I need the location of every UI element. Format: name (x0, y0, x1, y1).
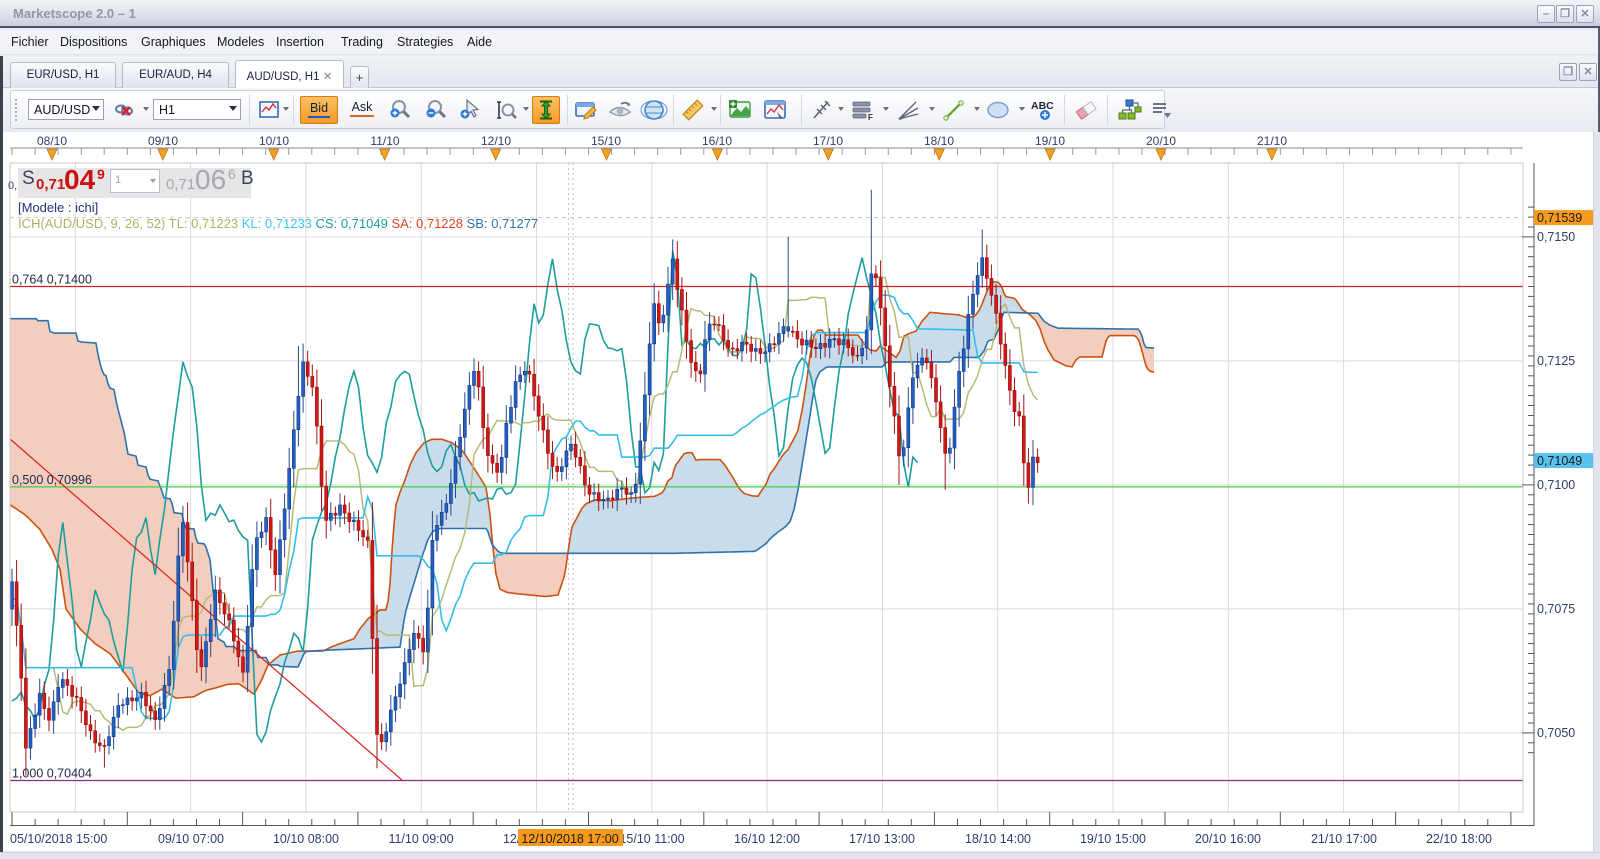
svg-text:10/10: 10/10 (259, 134, 289, 148)
svg-text:0,7050: 0,7050 (1537, 726, 1575, 740)
svg-text:20/10: 20/10 (1146, 134, 1176, 148)
svg-text:0,7150: 0,7150 (1537, 230, 1575, 244)
svg-text:15/10: 15/10 (591, 134, 621, 148)
svg-text:F: F (868, 113, 873, 122)
svg-text:0,764 0,71400: 0,764 0,71400 (12, 273, 92, 287)
svg-text:12/10: 12/10 (481, 134, 511, 148)
svg-text:22/10 18:00: 22/10 18:00 (1426, 832, 1492, 846)
svg-text:0,7125: 0,7125 (1537, 354, 1575, 368)
svg-text:1,000 0,70404: 1,000 0,70404 (12, 767, 92, 781)
svg-text:16/10: 16/10 (702, 134, 732, 148)
svg-text:0,7075: 0,7075 (1537, 602, 1575, 616)
svg-text:21/10: 21/10 (1257, 134, 1287, 148)
svg-text:19/10: 19/10 (1035, 134, 1065, 148)
svg-text:18/10: 18/10 (924, 134, 954, 148)
svg-text:21/10 17:00: 21/10 17:00 (1311, 832, 1377, 846)
svg-text:15/10 11:00: 15/10 11:00 (619, 832, 684, 846)
svg-text:10/10 08:00: 10/10 08:00 (273, 832, 339, 846)
svg-text:11/10: 11/10 (370, 134, 399, 148)
svg-text:05/10/2018 15:00: 05/10/2018 15:00 (10, 832, 107, 846)
svg-text:18/10 14:00: 18/10 14:00 (965, 832, 1031, 846)
svg-text:17/10: 17/10 (813, 134, 843, 148)
svg-text:0,71049: 0,71049 (1537, 454, 1582, 468)
svg-text:16/10 12:00: 16/10 12:00 (734, 832, 800, 846)
svg-text:0,500 0,70996: 0,500 0,70996 (12, 473, 92, 487)
svg-text:08/10: 08/10 (37, 134, 67, 148)
svg-text:12/10/2018 17:00: 12/10/2018 17:00 (521, 832, 618, 846)
svg-text:0,71539: 0,71539 (1537, 211, 1582, 225)
svg-text:09/10: 09/10 (148, 134, 178, 148)
svg-text:ABC: ABC (1031, 100, 1054, 112)
svg-text:19/10 15:00: 19/10 15:00 (1080, 832, 1146, 846)
svg-text:20/10 16:00: 20/10 16:00 (1195, 832, 1261, 846)
svg-text:0,7100: 0,7100 (1537, 478, 1575, 492)
svg-text:09/10 07:00: 09/10 07:00 (158, 832, 224, 846)
svg-text:11/10 09:00: 11/10 09:00 (388, 832, 453, 846)
svg-text:17/10 13:00: 17/10 13:00 (849, 832, 915, 846)
